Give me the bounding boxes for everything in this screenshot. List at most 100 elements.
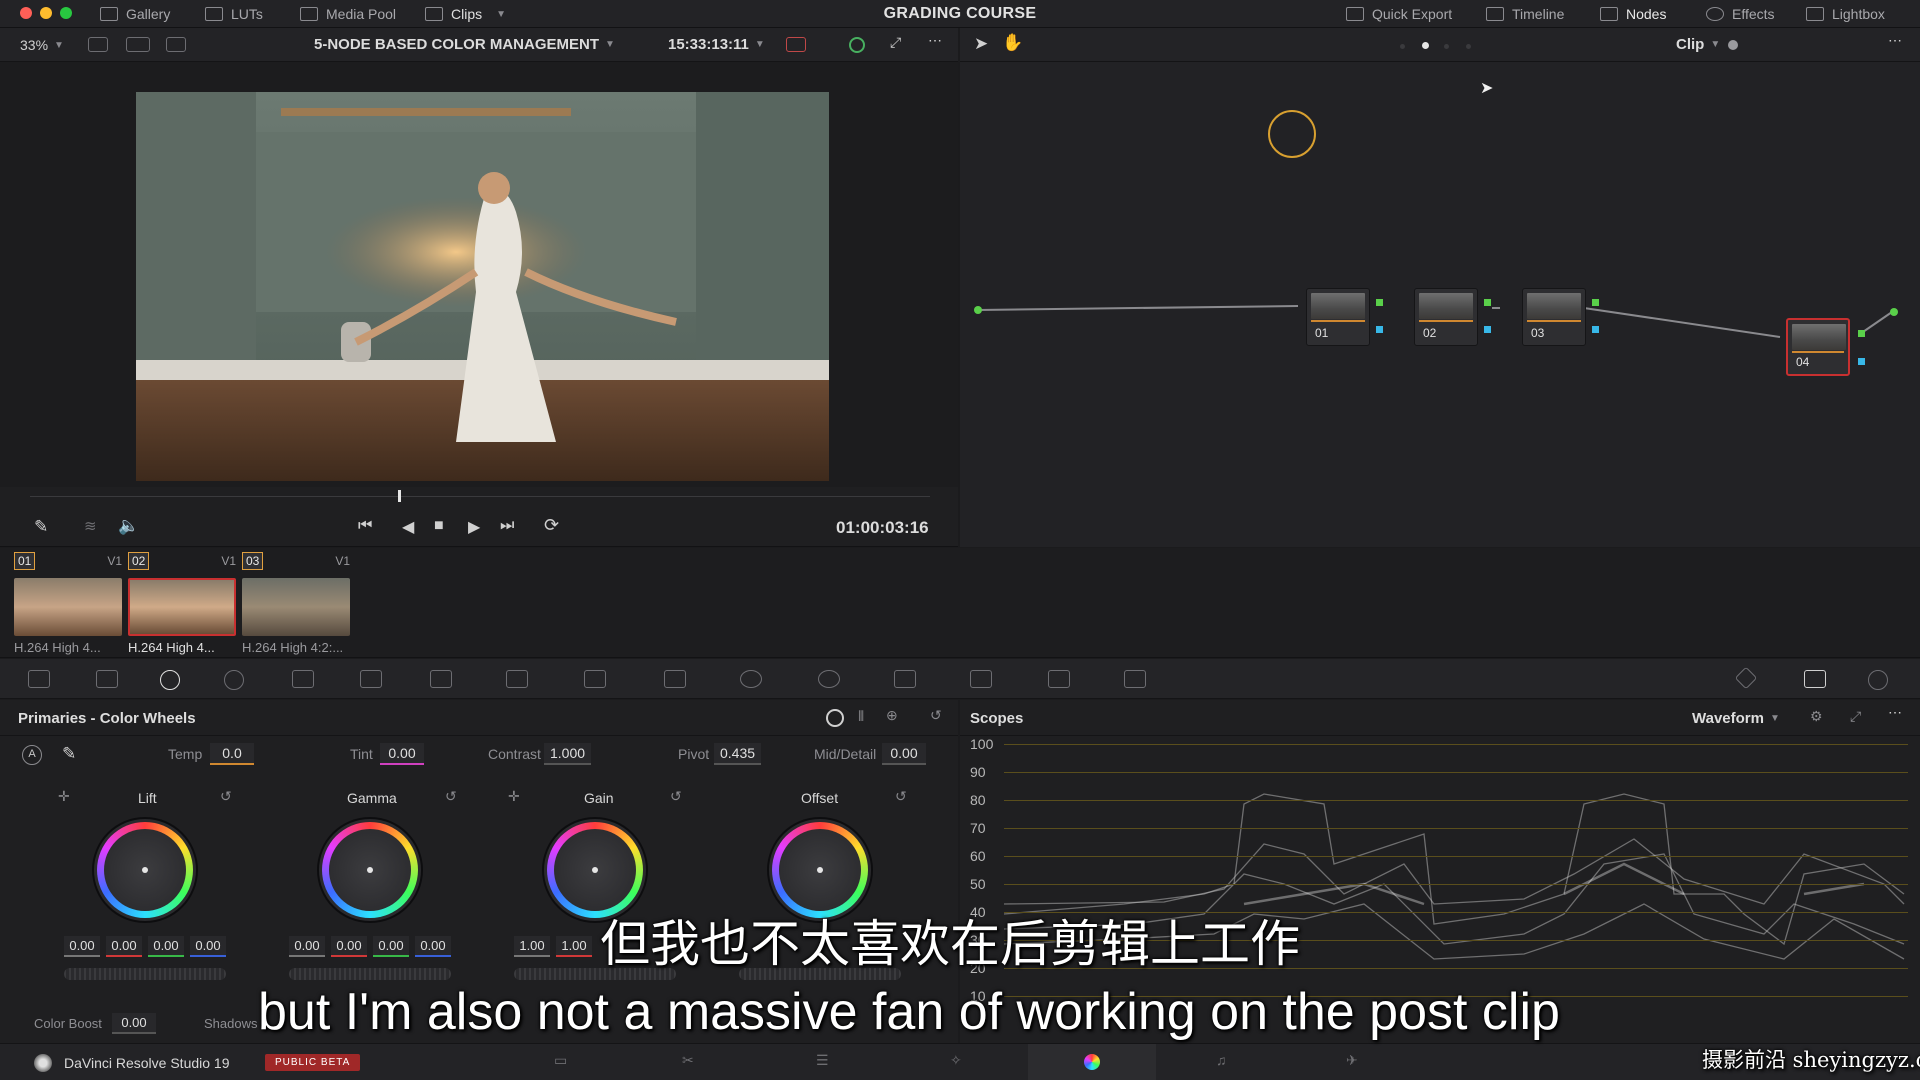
clip-item-01[interactable]: 01 V1 H.264 High 4... bbox=[14, 552, 122, 655]
effects-tab[interactable]: Effects bbox=[1706, 0, 1775, 28]
lift-master-wheel[interactable] bbox=[64, 968, 226, 980]
lightbox-tab[interactable]: Lightbox bbox=[1806, 0, 1885, 28]
minimize-window-button[interactable] bbox=[40, 7, 52, 19]
split-viewer-icon[interactable] bbox=[126, 37, 150, 52]
3d-icon[interactable] bbox=[1124, 670, 1146, 688]
reset-icon[interactable]: ↺ bbox=[445, 788, 457, 805]
eyedropper-icon[interactable]: ✎ bbox=[34, 517, 48, 537]
info-icon[interactable] bbox=[1868, 670, 1888, 690]
pivot-field[interactable]: 0.435 bbox=[714, 743, 762, 765]
zoom-window-button[interactable] bbox=[60, 7, 72, 19]
timeline-selector[interactable]: 5-NODE BASED COLOR MANAGEMENT ▼ bbox=[314, 36, 615, 53]
node-04-selected[interactable]: 04 bbox=[1786, 318, 1850, 376]
gamma-green-value[interactable]: 0.00 bbox=[373, 936, 409, 957]
node-02[interactable]: 02 bbox=[1414, 288, 1478, 346]
nodes-tab[interactable]: Nodes bbox=[1600, 0, 1666, 28]
fusion-page-icon[interactable]: ✧ bbox=[950, 1052, 962, 1069]
sizing-icon[interactable] bbox=[1048, 670, 1070, 688]
motion-effects-icon[interactable] bbox=[360, 670, 382, 688]
clip-item-03[interactable]: 03 V1 H.264 High 4:2:... bbox=[242, 552, 350, 655]
reset-icon[interactable]: ↺ bbox=[930, 707, 942, 724]
scopes-icon[interactable] bbox=[1804, 670, 1826, 688]
log-mode-icon[interactable]: ⊕ bbox=[886, 707, 898, 724]
fullscreen-icon[interactable]: ⤢ bbox=[890, 34, 901, 51]
expand-icon[interactable]: ⤢ bbox=[1850, 708, 1861, 725]
rgb-mixer-icon[interactable] bbox=[292, 670, 314, 688]
gamma-blue-value[interactable]: 0.00 bbox=[415, 936, 451, 957]
skip-to-start-icon[interactable]: ⏮ bbox=[358, 517, 372, 535]
zoom-dropdown[interactable]: 33% ▼ bbox=[20, 37, 64, 53]
lift-red-value[interactable]: 0.00 bbox=[106, 936, 142, 957]
tint-field[interactable]: 0.00 bbox=[380, 743, 424, 765]
page-dot-active[interactable] bbox=[1422, 42, 1429, 49]
scrubber-track[interactable] bbox=[30, 496, 930, 497]
tracker-icon[interactable] bbox=[740, 670, 762, 688]
timecode-selector[interactable]: 15:33:13:11 ▼ bbox=[668, 36, 765, 53]
wipe-icon[interactable] bbox=[166, 37, 186, 52]
node-output-rgb[interactable] bbox=[1376, 299, 1383, 306]
node-03[interactable]: 03 bbox=[1522, 288, 1586, 346]
quick-export-button[interactable]: Quick Export bbox=[1346, 0, 1452, 28]
node-output-alpha[interactable] bbox=[1484, 326, 1491, 333]
close-window-button[interactable] bbox=[20, 7, 32, 19]
more-options-icon[interactable]: ⋯ bbox=[928, 32, 942, 49]
viewer-frame[interactable] bbox=[136, 92, 829, 481]
node-mode-dropdown[interactable]: Clip ▼ bbox=[1676, 36, 1720, 53]
crosshair-icon[interactable]: ✛ bbox=[508, 788, 520, 805]
clip-item-02-selected[interactable]: 02 V1 H.264 High 4... bbox=[128, 552, 236, 655]
page-dot[interactable] bbox=[1400, 44, 1405, 49]
play-reverse-icon[interactable]: ◀ bbox=[402, 517, 414, 537]
timeline-tab[interactable]: Timeline bbox=[1486, 0, 1564, 28]
gamma-red-value[interactable]: 0.00 bbox=[331, 936, 367, 957]
hdr-icon[interactable] bbox=[786, 37, 806, 52]
node-01[interactable]: 01 bbox=[1306, 288, 1370, 346]
skip-to-end-icon[interactable]: ⏭ bbox=[500, 517, 514, 535]
gamma-master-wheel[interactable] bbox=[289, 968, 451, 980]
keyframes-icon[interactable] bbox=[1734, 666, 1758, 690]
key-icon[interactable] bbox=[970, 670, 992, 688]
magic-mask-icon[interactable] bbox=[818, 670, 840, 688]
lift-blue-value[interactable]: 0.00 bbox=[190, 936, 226, 957]
contrast-field[interactable]: 1.000 bbox=[544, 743, 592, 765]
edit-page-icon[interactable]: ☰ bbox=[816, 1052, 829, 1069]
gamma-wheel[interactable] bbox=[322, 822, 418, 918]
crosshair-icon[interactable]: ✛ bbox=[58, 788, 70, 805]
scrubber-playhead[interactable] bbox=[398, 490, 401, 502]
color-page-tab[interactable] bbox=[1028, 1044, 1156, 1080]
luts-tab[interactable]: LUTs bbox=[205, 0, 263, 28]
node-output-alpha[interactable] bbox=[1376, 326, 1383, 333]
lift-wheel[interactable] bbox=[97, 822, 193, 918]
fairlight-page-icon[interactable]: ♫ bbox=[1216, 1052, 1227, 1068]
blur-icon[interactable] bbox=[894, 670, 916, 688]
node-output-alpha[interactable] bbox=[1858, 358, 1865, 365]
gallery-tab[interactable]: Gallery bbox=[100, 0, 170, 28]
color-boost-field[interactable]: 0.00 bbox=[112, 1013, 156, 1034]
volume-icon[interactable]: 🔈 bbox=[118, 516, 139, 536]
bars-mode-icon[interactable]: ⦀ bbox=[858, 708, 864, 725]
node-output-rgb[interactable] bbox=[1592, 299, 1599, 306]
hdr-wheels-icon[interactable] bbox=[224, 670, 244, 690]
reset-icon[interactable]: ↺ bbox=[895, 788, 907, 805]
auto-balance-icon[interactable]: A bbox=[22, 745, 42, 765]
single-viewer-icon[interactable] bbox=[88, 37, 108, 52]
media-page-icon[interactable]: ▭ bbox=[554, 1052, 567, 1069]
page-dot[interactable] bbox=[1444, 44, 1449, 49]
window-icon[interactable] bbox=[664, 670, 686, 688]
pointer-tool-icon[interactable]: ➤ bbox=[974, 34, 988, 54]
stop-icon[interactable]: ■ bbox=[434, 517, 444, 535]
color-warper-icon[interactable] bbox=[506, 670, 528, 688]
hand-tool-icon[interactable]: ✋ bbox=[1002, 33, 1023, 53]
cut-page-icon[interactable]: ✂ bbox=[682, 1052, 694, 1069]
node-mode-indicator[interactable] bbox=[1728, 40, 1738, 50]
reset-icon[interactable]: ↺ bbox=[670, 788, 682, 805]
lift-green-value[interactable]: 0.00 bbox=[148, 936, 184, 957]
node-output-rgb[interactable] bbox=[1858, 330, 1865, 337]
lift-master-value[interactable]: 0.00 bbox=[64, 936, 100, 957]
deliver-page-icon[interactable]: ✈ bbox=[1346, 1052, 1358, 1069]
node-output-rgb[interactable] bbox=[1484, 299, 1491, 306]
eyedropper-icon[interactable]: ✎ bbox=[62, 744, 76, 764]
node-editor-canvas[interactable]: 01 02 03 04 bbox=[960, 62, 1920, 547]
wheels-mode-icon[interactable] bbox=[826, 709, 844, 727]
loop-icon[interactable]: ⟳ bbox=[544, 515, 559, 536]
more-options-icon[interactable]: ⋯ bbox=[1888, 32, 1902, 49]
